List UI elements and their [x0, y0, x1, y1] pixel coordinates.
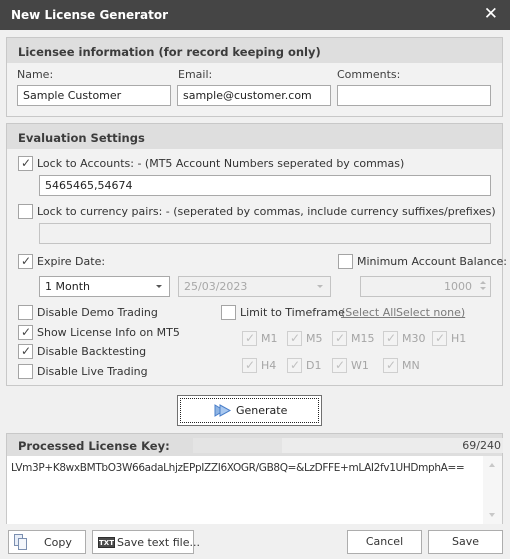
spin-arrows-icon[interactable] — [479, 280, 487, 293]
show-license-info-label: Show License Info on MT5 — [37, 326, 180, 339]
accounts-input[interactable]: 5465465,54674 — [39, 175, 491, 196]
timeframe-h1-label: H1 — [451, 332, 467, 345]
expire-date-value: 25/03/2023 — [184, 280, 248, 293]
expire-date-checkbox[interactable]: ✓ — [18, 254, 33, 269]
timeframe-m30-label: M30 — [402, 332, 426, 345]
comments-input[interactable] — [337, 85, 491, 106]
min-balance-checkbox[interactable] — [338, 254, 353, 269]
limit-timeframe-checkbox[interactable] — [221, 305, 236, 320]
name-label: Name: — [17, 68, 54, 81]
expire-date-picker[interactable]: 25/03/2023 — [178, 276, 331, 297]
check-icon: ✓ — [335, 331, 346, 345]
copy-button[interactable]: Copy — [8, 530, 86, 554]
close-icon[interactable]: ✕ — [484, 5, 498, 23]
timeframe-mn-label: MN — [402, 359, 420, 372]
check-icon: ✓ — [21, 254, 32, 268]
timeframe-mn-checkbox[interactable]: ✓ — [383, 358, 398, 373]
generate-label: Generate — [236, 404, 288, 417]
email-label: Email: — [178, 68, 213, 81]
key-length-counter: 69/240 — [462, 439, 501, 452]
save-text-file-label: Save text file... — [117, 536, 200, 549]
licensee-group: Licensee information (for record keeping… — [6, 37, 503, 117]
currency-input[interactable] — [39, 223, 491, 244]
cancel-label: Cancel — [365, 535, 404, 548]
txt-file-icon: TXT — [98, 537, 115, 548]
timeframe-w1-checkbox[interactable]: ✓ — [332, 358, 347, 373]
min-balance-label: Minimum Account Balance: — [357, 255, 507, 268]
timeframe-h4-checkbox[interactable]: ✓ — [242, 358, 257, 373]
license-key-label: Processed License Key: — [18, 439, 170, 453]
disable-live-checkbox[interactable] — [18, 364, 33, 379]
timeframe-m1-checkbox[interactable]: ✓ — [242, 331, 257, 346]
timeframe-m30-checkbox[interactable]: ✓ — [383, 331, 398, 346]
timeframe-m15-checkbox[interactable]: ✓ — [332, 331, 347, 346]
disable-demo-checkbox[interactable] — [18, 305, 33, 320]
check-icon: ✓ — [435, 331, 446, 345]
check-icon: ✓ — [245, 331, 256, 345]
timeframe-h4-label: H4 — [261, 359, 277, 372]
timeframe-w1-label: W1 — [351, 359, 369, 372]
copy-icon — [14, 534, 28, 554]
title-bar: New License Generator ✕ — [0, 0, 510, 30]
min-balance-stepper[interactable]: 1000 — [360, 276, 491, 297]
check-icon: ✓ — [21, 325, 32, 339]
timeframe-m5-checkbox[interactable]: ✓ — [287, 331, 302, 346]
check-icon: ✓ — [290, 358, 301, 372]
select-all-link[interactable]: (Select All — [341, 306, 396, 319]
check-icon: ✓ — [245, 358, 256, 372]
window-title: New License Generator — [11, 8, 169, 22]
timeframe-m1-label: M1 — [261, 332, 278, 345]
scroll-down-icon[interactable] — [489, 513, 495, 517]
cancel-button[interactable]: Cancel — [347, 530, 422, 554]
licensee-header: Licensee information (for record keeping… — [7, 38, 502, 63]
min-balance-value: 1000 — [444, 280, 472, 293]
email-input[interactable]: sample@customer.com — [177, 85, 331, 106]
lock-currency-checkbox[interactable] — [18, 204, 33, 219]
check-icon: ✓ — [335, 358, 346, 372]
lock-accounts-label: Lock to Accounts: - (MT5 Account Numbers… — [37, 157, 405, 170]
timeframe-d1-checkbox[interactable]: ✓ — [287, 358, 302, 373]
play-arrow-icon — [214, 404, 232, 420]
limit-timeframe-label: Limit to Timeframe — [240, 306, 345, 319]
timeframe-m15-label: M15 — [351, 332, 375, 345]
evaluation-header: Evaluation Settings — [7, 124, 502, 149]
evaluation-group: Evaluation Settings ✓ Lock to Accounts: … — [6, 123, 507, 386]
disable-backtesting-label: Disable Backtesting — [37, 345, 147, 358]
select-none-link[interactable]: Select none) — [396, 306, 465, 319]
license-key-textarea[interactable]: LVm3P+K8wxBMTbO3W66adaLhjzEPpIZZI6XOGR/G… — [7, 456, 483, 524]
expire-period-value: 1 Month — [45, 280, 90, 293]
generate-button[interactable]: Generate — [177, 395, 322, 426]
check-icon: ✓ — [21, 344, 32, 358]
copy-label: Copy — [44, 536, 72, 549]
name-input[interactable]: Sample Customer — [17, 85, 171, 106]
key-length-progress-fill — [193, 438, 283, 453]
license-key-scrollbar[interactable] — [483, 456, 502, 524]
check-icon: ✓ — [290, 331, 301, 345]
save-button[interactable]: Save — [428, 530, 503, 554]
save-text-file-button[interactable]: TXT Save text file... — [92, 530, 200, 554]
save-label: Save — [451, 535, 479, 548]
check-icon: ✓ — [386, 358, 397, 372]
expire-period-dropdown[interactable]: 1 Month — [39, 276, 170, 297]
chevron-down-icon — [317, 285, 323, 288]
chevron-down-icon — [156, 285, 162, 288]
lock-accounts-checkbox[interactable]: ✓ — [18, 156, 33, 171]
lock-currency-label: Lock to currency pairs: - (seperated by … — [37, 205, 496, 218]
expire-date-label: Expire Date: — [37, 255, 106, 268]
check-icon: ✓ — [386, 331, 397, 345]
timeframe-m5-label: M5 — [306, 332, 323, 345]
license-key-group: Processed License Key: 69/240 LVm3P+K8wx… — [6, 433, 503, 524]
timeframe-h1-checkbox[interactable]: ✓ — [432, 331, 447, 346]
check-icon: ✓ — [21, 156, 32, 170]
scroll-up-icon[interactable] — [489, 463, 495, 467]
comments-label: Comments: — [337, 68, 401, 81]
show-license-info-checkbox[interactable]: ✓ — [18, 325, 33, 340]
timeframe-d1-label: D1 — [306, 359, 322, 372]
disable-demo-label: Disable Demo Trading — [37, 306, 158, 319]
license-key-value: LVm3P+K8wxBMTbO3W66adaLhjzEPpIZZI6XOGR/G… — [11, 462, 465, 474]
key-length-progress: 69/240 — [193, 438, 503, 453]
disable-backtesting-checkbox[interactable]: ✓ — [18, 344, 33, 359]
disable-live-label: Disable Live Trading — [37, 365, 148, 378]
